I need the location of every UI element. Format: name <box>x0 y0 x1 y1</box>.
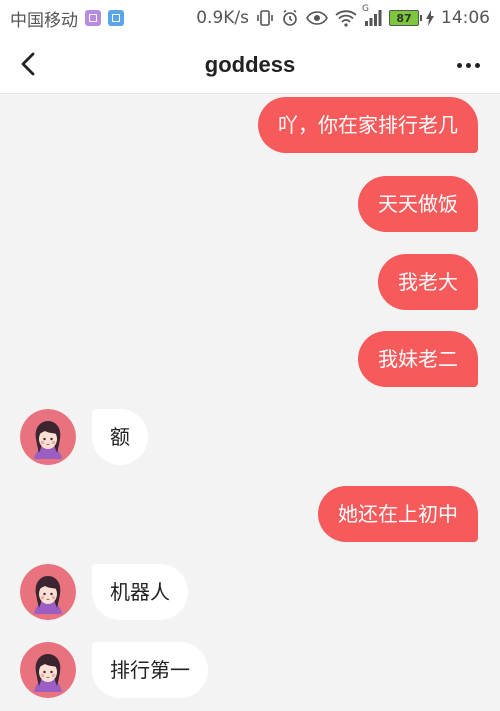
network-type-label: G <box>362 4 369 14</box>
message-bubble-incoming[interactable]: 机器人 <box>92 564 188 620</box>
network-speed: 0.9K/s <box>196 8 249 28</box>
more-dots-icon <box>456 62 462 68</box>
girl-avatar-icon <box>20 564 76 620</box>
app-notification-icon <box>108 10 124 26</box>
clock: 14:06 <box>441 8 490 28</box>
chat-header: goddess <box>0 36 500 94</box>
message-bubble-outgoing[interactable]: 我老大 <box>378 254 478 310</box>
chevron-left-icon <box>21 52 35 76</box>
back-button[interactable] <box>12 48 44 80</box>
message-bubble-outgoing[interactable]: 我妹老二 <box>358 331 478 387</box>
chat-title: goddess <box>204 51 296 77</box>
carrier-label: 中国移动 <box>10 10 78 31</box>
more-options-button[interactable] <box>452 52 484 78</box>
charging-icon <box>426 10 434 26</box>
girl-avatar-icon <box>20 642 76 698</box>
battery-icon: 87 <box>389 10 422 26</box>
message-bubble-outgoing[interactable]: 吖，你在家排行老几 <box>258 97 478 153</box>
vibrate-icon <box>256 9 274 27</box>
message-bubble-outgoing[interactable]: 天天做饭 <box>358 176 478 232</box>
battery-level: 87 <box>396 11 412 25</box>
gallery-notification-icon <box>85 10 101 26</box>
message-bubble-incoming[interactable]: 额 <box>92 409 148 465</box>
wifi-icon <box>335 9 357 27</box>
message-bubble-outgoing[interactable]: 她还在上初中 <box>318 486 478 542</box>
status-bar: 中国移动 0.9K/s G 87 14:06 <box>0 0 500 36</box>
contact-avatar[interactable] <box>20 564 76 620</box>
contact-avatar[interactable] <box>20 642 76 698</box>
alarm-icon <box>281 9 299 27</box>
eye-icon <box>306 10 328 26</box>
contact-avatar[interactable] <box>20 409 76 465</box>
cell-signal-icon: G <box>362 4 382 26</box>
message-bubble-incoming[interactable]: 排行第一 <box>92 642 208 698</box>
girl-avatar-icon <box>20 409 76 465</box>
